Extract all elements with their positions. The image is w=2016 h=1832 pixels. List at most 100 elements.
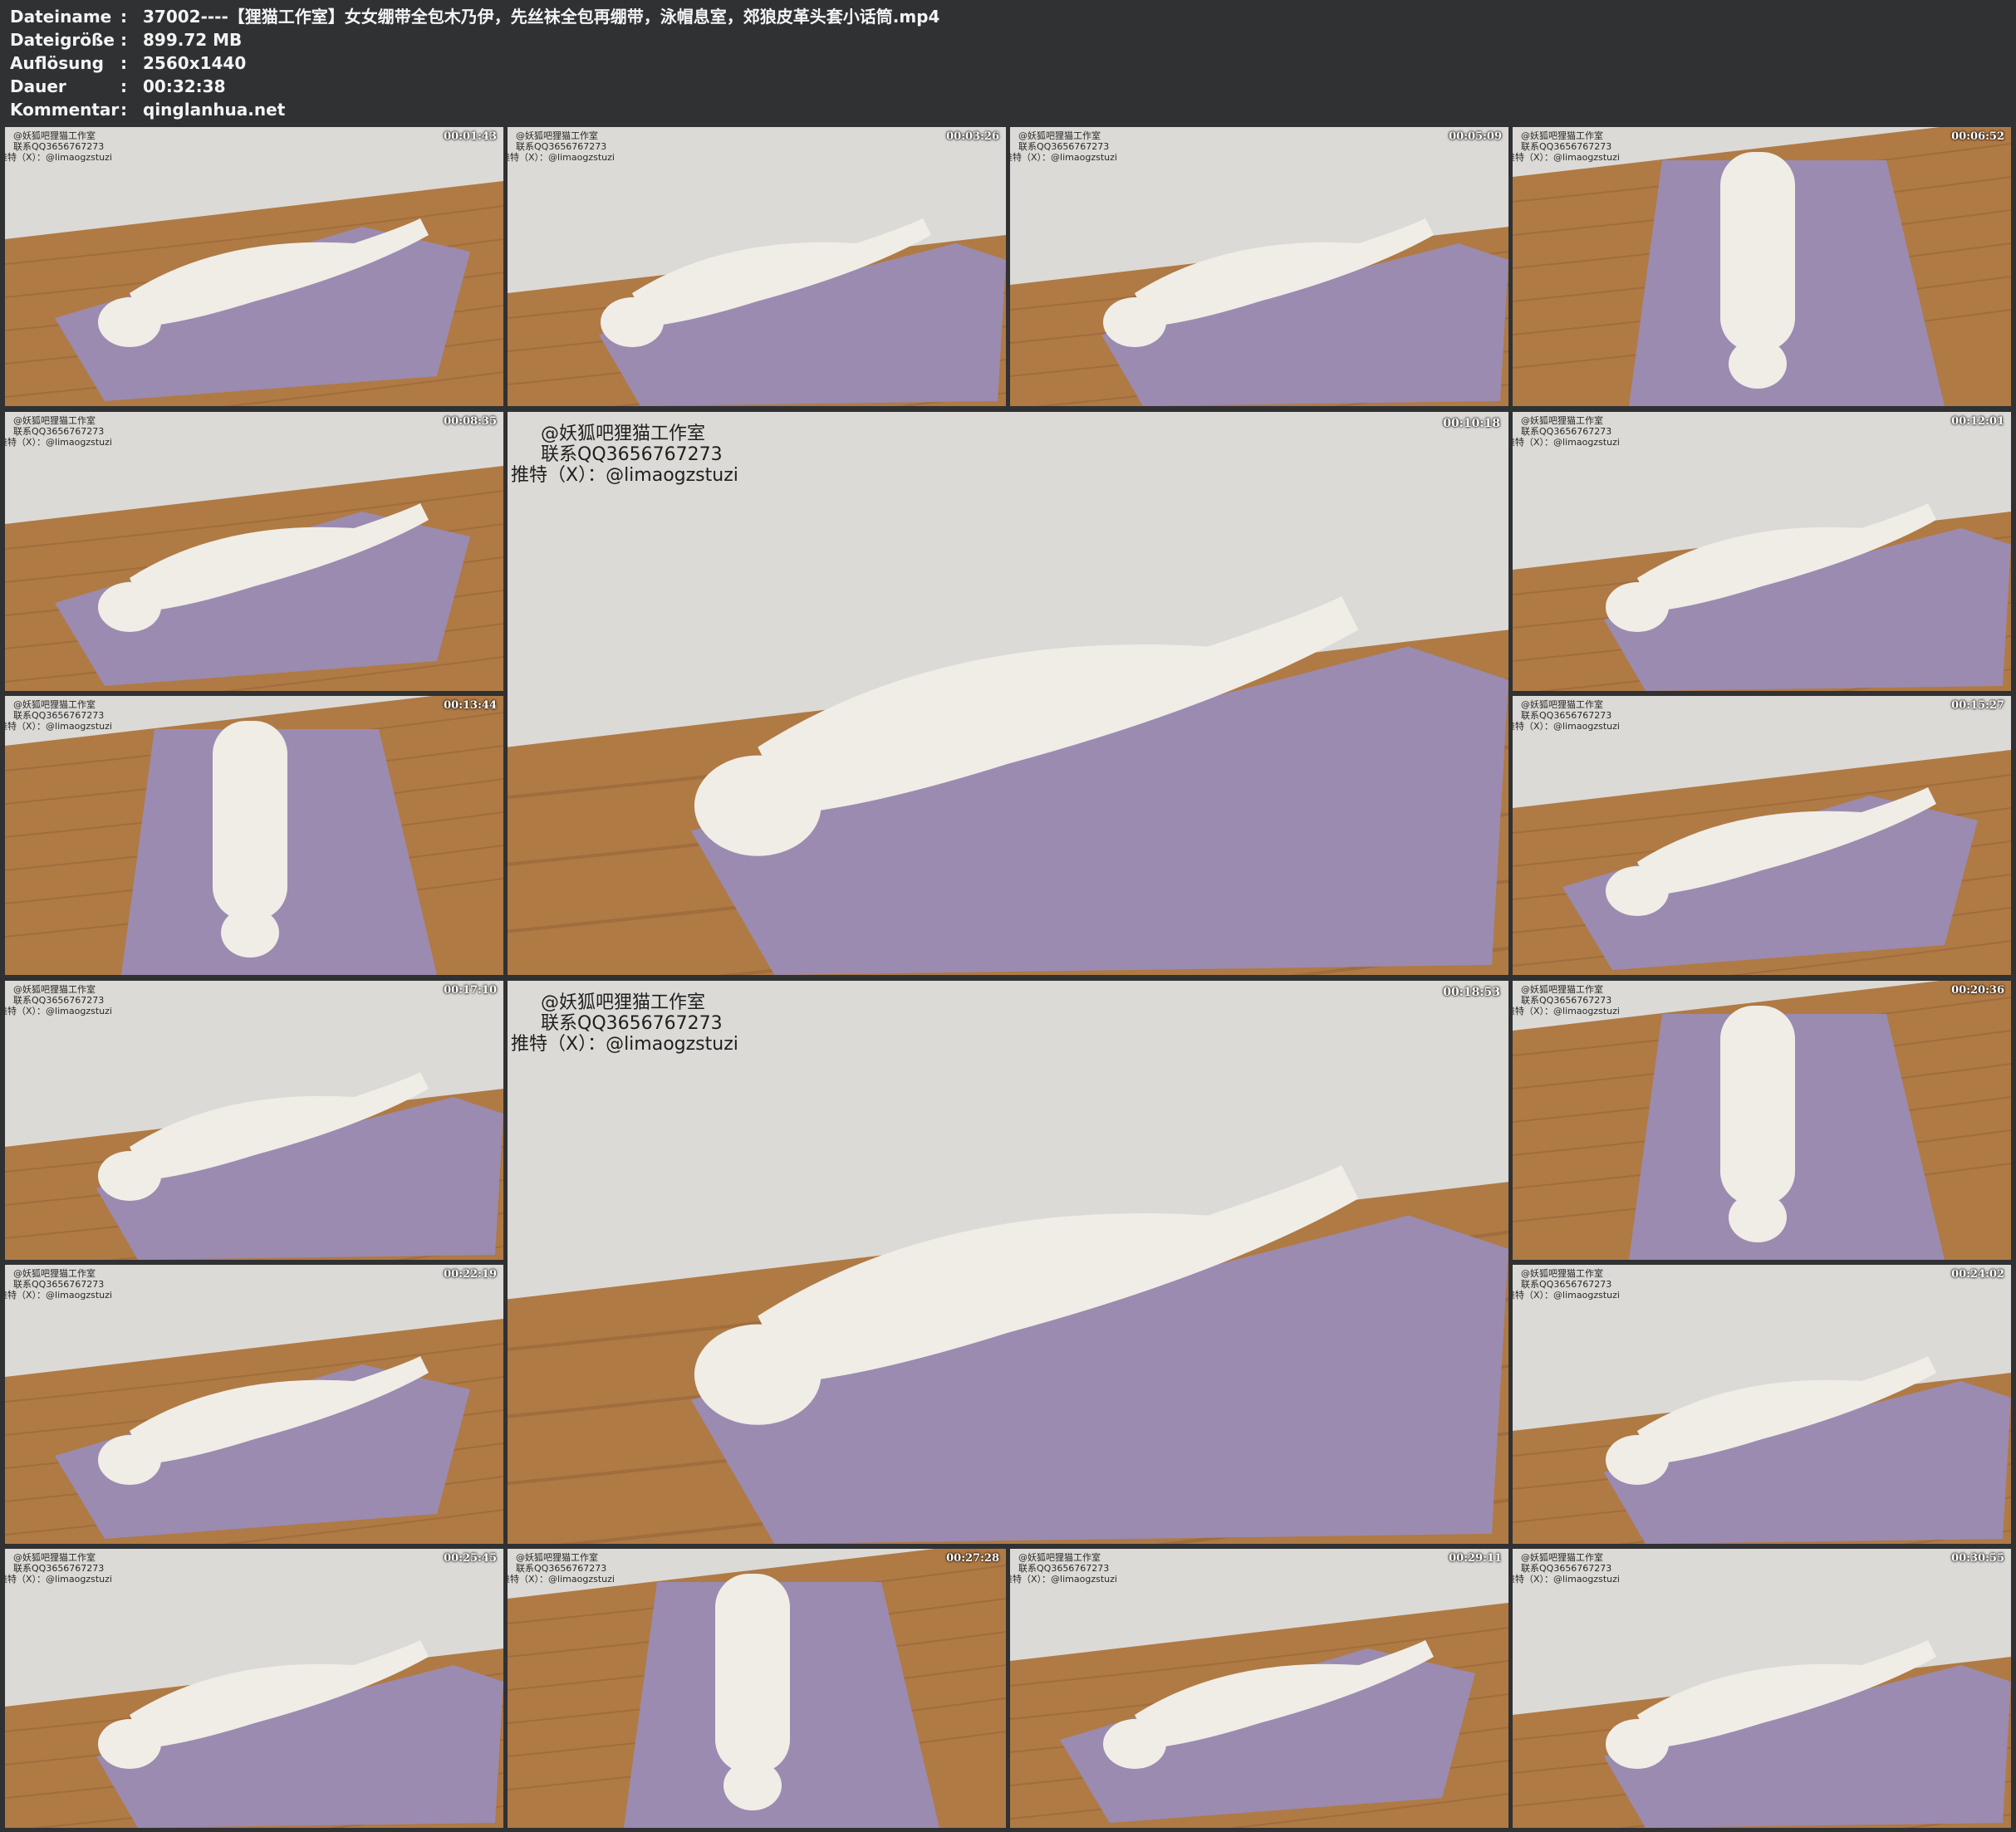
watermark-line: 推特（X）：@limaogzstuzi [1010,1574,1117,1585]
watermark-line: 联系QQ3656767273 [516,141,607,152]
watermark: @妖狐吧狸猫工作室 联系QQ3656767273 推特（X）：@limaogzstu… [5,1268,112,1301]
watermark-line: 推特（X）：@limaogzstuzi [5,1006,112,1016]
watermark-line: 联系QQ3656767273 [1018,141,1110,152]
watermark: @妖狐吧狸猫工作室 联系QQ3656767273 推特（X）：@limaogzstu… [511,424,738,486]
watermark-line: @妖狐吧狸猫工作室 [1521,699,1603,710]
timestamp: 00:10:18 [1443,417,1500,430]
timestamp: 00:08:35 [444,415,497,428]
watermark-line: @妖狐吧狸猫工作室 [541,992,706,1013]
video-thumbnail: @妖狐吧狸猫工作室 联系QQ3656767273 推特（X）：@limaogzstu… [5,1265,503,1544]
timestamp: 00:06:52 [1951,130,2004,143]
watermark-line: 推特（X）：@limaogzstuzi [5,437,112,448]
watermark-line: @妖狐吧狸猫工作室 [1521,130,1603,141]
watermark-line: 联系QQ3656767273 [516,1563,607,1574]
video-thumbnail: @妖狐吧狸猫工作室 联系QQ3656767273 推特（X）：@limaogzstu… [1513,412,2011,691]
wrapped-figure [715,1574,790,1810]
thumbnail-scene [508,127,1006,406]
video-thumbnail: @妖狐吧狸猫工作室 联系QQ3656767273 推特（X）：@limaogzstu… [508,981,1508,1544]
video-thumbnail: @妖狐吧狸猫工作室 联系QQ3656767273 推特（X）：@limaogzstu… [1513,1549,2011,1828]
video-thumbnail: @妖狐吧狸猫工作室 联系QQ3656767273 推特（X）：@limaogzstu… [5,127,503,406]
watermark: @妖狐吧狸猫工作室 联系QQ3656767273 推特（X）：@limaogzstu… [1010,130,1117,163]
thumbnail-scene [1513,127,2011,406]
watermark-line: 联系QQ3656767273 [13,426,105,437]
timestamp: 00:18:53 [1443,986,1500,999]
watermark-line: 联系QQ3656767273 [13,710,105,721]
thumbnail-scene [1513,696,2011,975]
timestamp: 00:30:55 [1951,1552,2004,1565]
watermark: @妖狐吧狸猫工作室 联系QQ3656767273 推特（X）：@limaogzstu… [511,992,738,1055]
watermark-line: 推特（X）：@limaogzstuzi [5,152,112,163]
info-value: qinglanhua.net [143,100,286,120]
thumbnail-scene [1010,127,1508,406]
watermark-line: 联系QQ3656767273 [1521,426,1612,437]
watermark-line: 联系QQ3656767273 [1521,1279,1612,1290]
thumbnail-scene [5,1549,503,1828]
watermark-line: 联系QQ3656767273 [541,444,723,465]
watermark-line: 推特（X）：@limaogzstuzi [508,1574,615,1585]
wrapped-figure [1720,1006,1795,1242]
info-label: Auflösung [10,53,104,73]
watermark-line: 联系QQ3656767273 [13,995,105,1006]
watermark-line: 联系QQ3656767273 [1018,1563,1110,1574]
video-thumbnail: @妖狐吧狸猫工作室 联系QQ3656767273 推特（X）：@limaogzstu… [5,696,503,975]
info-value: 899.72 MB [143,30,243,50]
watermark-line: @妖狐吧狸猫工作室 [541,424,706,444]
watermark-line: @妖狐吧狸猫工作室 [13,415,96,426]
watermark: @妖狐吧狸猫工作室 联系QQ3656767273 推特（X）：@limaogzstu… [508,130,615,163]
video-thumbnail: @妖狐吧狸猫工作室 联系QQ3656767273 推特（X）：@limaogzstu… [1513,981,2011,1260]
watermark-line: @妖狐吧狸猫工作室 [13,1552,96,1563]
thumbnail-scene [508,1549,1006,1828]
watermark: @妖狐吧狸猫工作室 联系QQ3656767273 推特（X）：@limaogzstu… [1010,1552,1117,1585]
watermark: @妖狐吧狸猫工作室 联系QQ3656767273 推特（X）：@limaogzstu… [1513,130,1620,163]
video-thumbnail: @妖狐吧狸猫工作室 联系QQ3656767273 推特（X）：@limaogzstu… [508,412,1508,975]
watermark-line: 推特（X）：@limaogzstuzi [5,1574,112,1585]
watermark: @妖狐吧狸猫工作室 联系QQ3656767273 推特（X）：@limaogzstu… [5,984,112,1016]
watermark-line: 推特（X）：@limaogzstuzi [511,465,738,486]
video-thumbnail: @妖狐吧狸猫工作室 联系QQ3656767273 推特（X）：@limaogzstu… [5,981,503,1260]
watermark-line: @妖狐吧狸猫工作室 [13,1268,96,1279]
watermark: @妖狐吧狸猫工作室 联系QQ3656767273 推特（X）：@limaogzstu… [5,1552,112,1585]
thumbnail-scene [5,696,503,975]
timestamp: 00:27:28 [946,1552,999,1565]
wrapped-figure [213,721,287,958]
info-row-filename: Dateiname : 37002----【狸猫工作室】女女绷带全包木乃伊，先丝… [10,5,939,28]
watermark: @妖狐吧狸猫工作室 联系QQ3656767273 推特（X）：@limaogzstu… [1513,984,1620,1016]
video-thumbnail: @妖狐吧狸猫工作室 联系QQ3656767273 推特（X）：@limaogzstu… [1010,127,1508,406]
watermark: @妖狐吧狸猫工作室 联系QQ3656767273 推特（X）：@limaogzstu… [1513,415,1620,448]
timestamp: 00:13:44 [444,699,497,712]
watermark-line: 推特（X）：@limaogzstuzi [1513,1290,1620,1301]
timestamp: 00:22:19 [444,1268,497,1281]
video-thumbnail: @妖狐吧狸猫工作室 联系QQ3656767273 推特（X）：@limaogzstu… [5,1549,503,1828]
watermark-line: @妖狐吧狸猫工作室 [13,984,96,995]
info-row-comment: Kommentar : qinglanhua.net [10,98,939,121]
file-info: Dateiname : 37002----【狸猫工作室】女女绷带全包木乃伊，先丝… [10,5,939,121]
info-value: 2560x1440 [143,53,247,73]
info-separator: : [120,7,127,27]
wrapped-figure [1720,152,1795,389]
timestamp: 00:20:36 [1951,984,2004,997]
watermark-line: 推特（X）：@limaogzstuzi [5,721,112,732]
watermark-line: 联系QQ3656767273 [1521,995,1612,1006]
thumbnail-scene [5,981,503,1260]
watermark-line: @妖狐吧狸猫工作室 [516,1552,598,1563]
timestamp: 00:05:09 [1449,130,1502,143]
info-value: 37002----【狸猫工作室】女女绷带全包木乃伊，先丝袜全包再绷带，泳帽息室，… [143,7,940,27]
watermark-line: @妖狐吧狸猫工作室 [1521,415,1603,426]
info-separator: : [120,76,127,96]
info-row-filesize: Dateigröße : 899.72 MB [10,28,939,51]
info-row-resolution: Auflösung : 2560x1440 [10,51,939,75]
watermark-line: 联系QQ3656767273 [13,1563,105,1574]
watermark-line: 推特（X）：@limaogzstuzi [5,1290,112,1301]
timestamp: 00:12:01 [1951,415,2004,428]
thumbnail-scene [5,1265,503,1544]
info-label: Dauer [10,76,66,96]
watermark-line: @妖狐吧狸猫工作室 [1521,984,1603,995]
watermark-line: 联系QQ3656767273 [541,1013,723,1034]
video-thumbnail: @妖狐吧狸猫工作室 联系QQ3656767273 推特（X）：@limaogzstu… [1513,1265,2011,1544]
watermark-line: @妖狐吧狸猫工作室 [13,130,96,141]
timestamp: 00:15:27 [1951,699,2004,712]
watermark: @妖狐吧狸猫工作室 联系QQ3656767273 推特（X）：@limaogzstu… [5,699,112,732]
watermark-line: 推特（X）：@limaogzstuzi [511,1034,738,1055]
timestamp: 00:01:43 [444,130,497,143]
video-thumbnail: @妖狐吧狸猫工作室 联系QQ3656767273 推特（X）：@limaogzstu… [1513,127,2011,406]
